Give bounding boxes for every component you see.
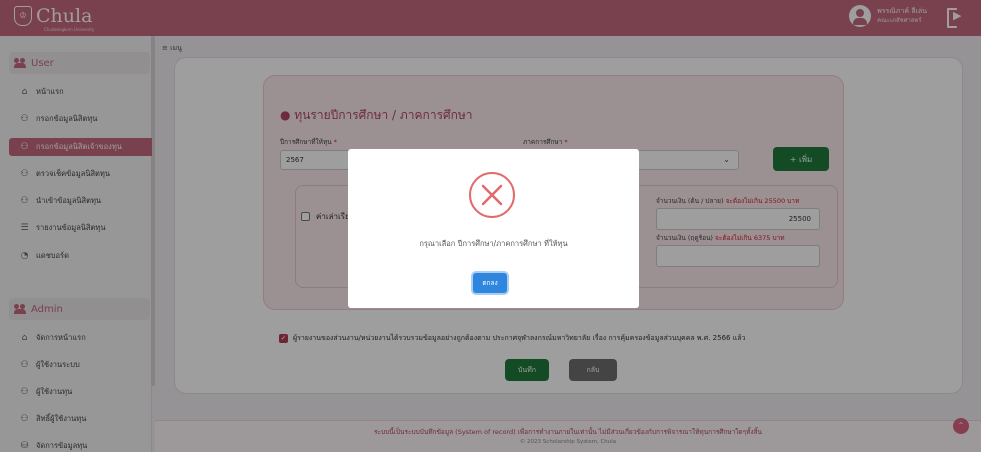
ok-button[interactable]: ตกลง (473, 273, 507, 293)
dialog-message: กรุณาเลือก ปีการศึกษา/ภาคการศึกษา ที่ให้… (419, 239, 568, 248)
error-dialog: กรุณาเลือก ปีการศึกษา/ภาคการศึกษา ที่ให้… (348, 149, 639, 308)
error-x-icon (469, 172, 515, 218)
